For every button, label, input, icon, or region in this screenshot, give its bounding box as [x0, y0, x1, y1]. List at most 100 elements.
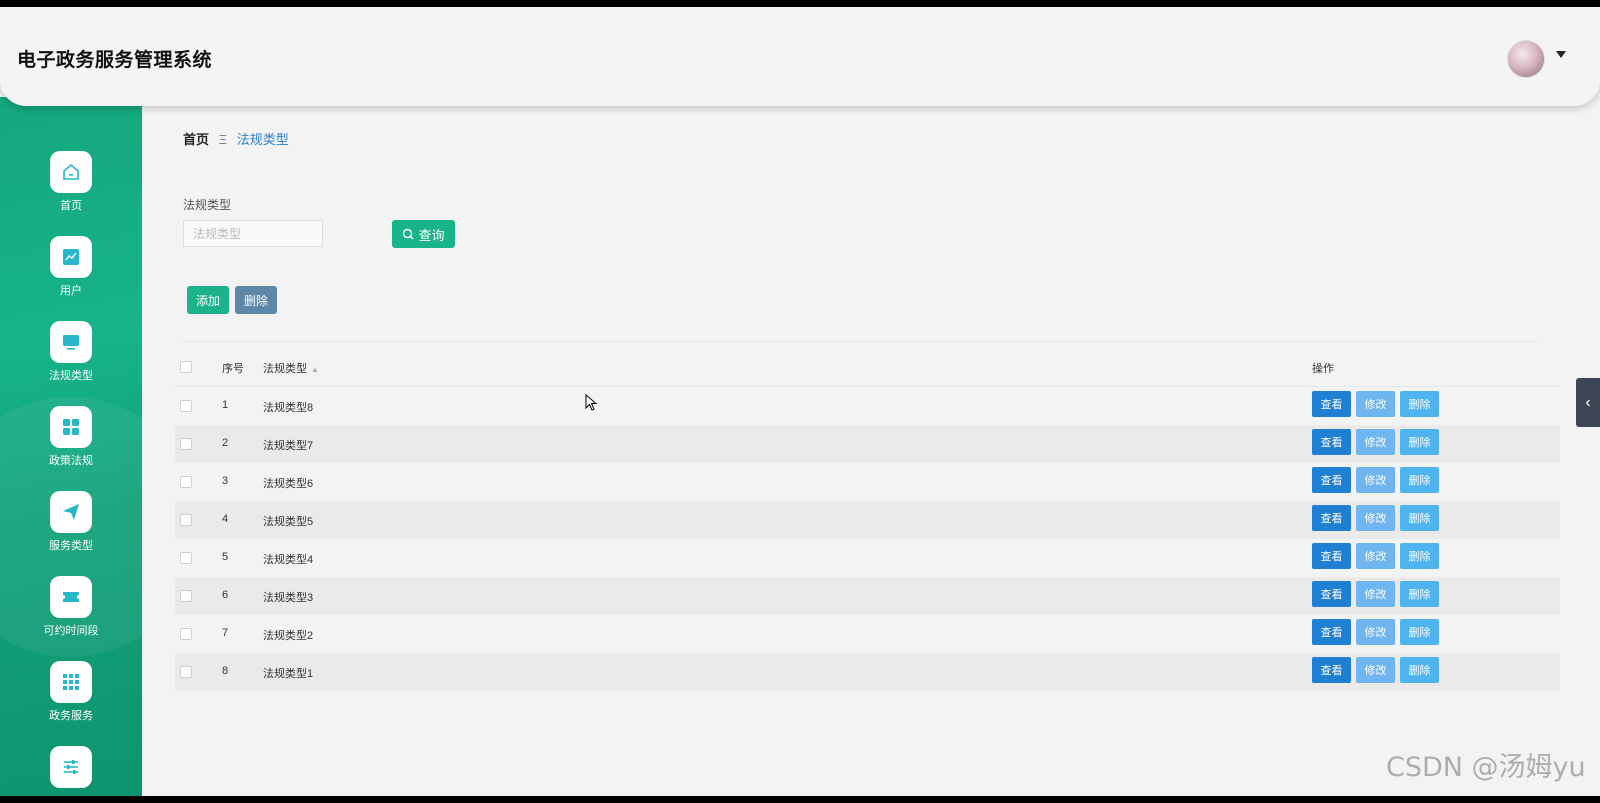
sidebar-item-label: 政策法规	[49, 455, 93, 467]
sidebar-item-time-slots[interactable]: 可约时间段	[0, 576, 142, 656]
sidebar-item-home[interactable]: 首页	[0, 151, 142, 231]
caret-down-icon[interactable]	[1556, 51, 1566, 58]
delete-button[interactable]: 删除	[1400, 657, 1439, 683]
row-type-name: 法规类型6	[263, 478, 314, 490]
sidebar-item-label: 法规类型	[49, 370, 93, 382]
top-header: 电子政务服务管理系统	[0, 7, 1600, 106]
breadcrumb-separator: Ξ	[218, 132, 228, 147]
edit-button[interactable]: 修改	[1356, 581, 1395, 607]
row-actions: 查看 修改 删除	[1312, 467, 1439, 494]
edit-button[interactable]: 修改	[1356, 543, 1395, 569]
row-index: 8	[222, 665, 229, 677]
delete-button[interactable]: 删除	[1400, 543, 1439, 569]
table-row: 4 法规类型5 查看 修改 删除	[175, 501, 1560, 539]
view-button[interactable]: 查看	[1312, 429, 1351, 455]
search-input[interactable]	[183, 220, 323, 247]
delete-button[interactable]: 删除	[1400, 467, 1439, 493]
sidebar-item-label: 政务服务	[49, 710, 93, 722]
divider	[183, 341, 1537, 342]
sidebar-item-gov-services[interactable]: 政务服务	[0, 661, 142, 741]
delete-button[interactable]: 删除	[1400, 581, 1439, 607]
sidebar-item-service-types[interactable]: 服务类型	[0, 491, 142, 571]
table-row: 5 法规类型4 查看 修改 删除	[175, 539, 1560, 577]
mouse-cursor-icon	[585, 394, 597, 411]
edit-button[interactable]: 修改	[1356, 467, 1395, 493]
row-checkbox[interactable]	[180, 552, 192, 564]
add-button[interactable]: 添加	[187, 286, 229, 314]
row-type-name: 法规类型2	[263, 630, 314, 642]
delete-button[interactable]: 删除	[1400, 391, 1439, 417]
column-header-type[interactable]: 法规类型 ▲	[263, 360, 319, 376]
table-row: 2 法规类型7 查看 修改 删除	[175, 425, 1560, 463]
view-button[interactable]: 查看	[1312, 657, 1351, 683]
search-icon	[403, 228, 414, 240]
edit-button[interactable]: 修改	[1356, 619, 1395, 645]
sidebar-item-settings[interactable]	[0, 746, 142, 796]
select-all-checkbox[interactable]	[180, 361, 192, 373]
view-button[interactable]: 查看	[1312, 543, 1351, 569]
table-body: 1 法规类型8 查看 修改 删除 2 法规类型7 查看 修改 删除 3 法规类型6 查看 修改 删除 4 法规类…	[175, 387, 1560, 691]
edit-button[interactable]: 修改	[1356, 429, 1395, 455]
grid-icon	[50, 406, 92, 448]
sidebar-item-label: 可约时间段	[43, 625, 99, 637]
row-type-name: 法规类型8	[263, 402, 314, 414]
sidebar-item-policies[interactable]: 政策法规	[0, 406, 142, 486]
edit-button[interactable]: 修改	[1356, 391, 1395, 417]
sort-icon[interactable]: ▲	[311, 365, 319, 374]
chevron-left-icon: ‹	[1585, 393, 1591, 411]
bulk-delete-button[interactable]: 删除	[235, 286, 277, 314]
column-header-actions: 操作	[1312, 363, 1334, 375]
view-button[interactable]: 查看	[1312, 505, 1351, 531]
row-checkbox[interactable]	[180, 400, 192, 412]
column-header-index: 序号	[222, 363, 244, 375]
row-index: 2	[222, 437, 229, 449]
watermark: CSDN @汤姆yu	[1386, 752, 1586, 783]
edit-button[interactable]: 修改	[1356, 657, 1395, 683]
sidebar-item-regulation-types[interactable]: 法规类型	[0, 321, 142, 401]
column-header-label: 法规类型	[263, 363, 307, 375]
app-title: 电子政务服务管理系统	[17, 50, 213, 71]
view-button[interactable]: 查看	[1312, 391, 1351, 417]
sidebar-item-users[interactable]: 用户	[0, 236, 142, 316]
user-avatar[interactable]	[1507, 40, 1545, 78]
data-table: 序号 法规类型 ▲ 操作 1 法规类型8 查看 修改 删除 2 法规类型7 查看 修改 删除 3 法规类…	[175, 348, 1560, 691]
search-label: 法规类型	[183, 198, 232, 212]
row-checkbox[interactable]	[180, 628, 192, 640]
row-type-name: 法规类型3	[263, 592, 314, 604]
delete-button[interactable]: 删除	[1400, 429, 1439, 455]
row-checkbox[interactable]	[180, 514, 192, 526]
delete-button[interactable]: 删除	[1400, 619, 1439, 645]
row-actions: 查看 修改 删除	[1312, 581, 1439, 608]
table-row: 3 法规类型6 查看 修改 删除	[175, 463, 1560, 501]
sidebar: 首页 用户 法规类型 政策法规 服务类型 可约时间段 政务服务	[0, 97, 142, 796]
row-type-name: 法规类型7	[263, 440, 314, 452]
delete-button[interactable]: 删除	[1400, 505, 1439, 531]
row-index: 5	[222, 551, 229, 563]
row-checkbox[interactable]	[180, 476, 192, 488]
row-actions: 查看 修改 删除	[1312, 657, 1439, 684]
breadcrumb: 首页 Ξ 法规类型	[183, 129, 289, 148]
query-button[interactable]: 查询	[392, 220, 455, 248]
ticket-icon	[50, 576, 92, 618]
collapse-panel-handle[interactable]: ‹	[1576, 378, 1600, 427]
row-index: 3	[222, 475, 229, 487]
chart-icon	[50, 236, 92, 278]
breadcrumb-current: 法规类型	[236, 132, 289, 147]
view-button[interactable]: 查看	[1312, 467, 1351, 493]
table-header: 序号 法规类型 ▲ 操作	[175, 348, 1560, 387]
send-icon	[50, 491, 92, 533]
breadcrumb-home[interactable]: 首页	[183, 132, 209, 147]
edit-button[interactable]: 修改	[1356, 505, 1395, 531]
view-button[interactable]: 查看	[1312, 619, 1351, 645]
monitor-icon	[50, 321, 92, 363]
table-row: 6 法规类型3 查看 修改 删除	[175, 577, 1560, 615]
home-icon	[50, 151, 92, 193]
row-actions: 查看 修改 删除	[1312, 391, 1439, 418]
sliders-icon	[50, 746, 92, 788]
row-actions: 查看 修改 删除	[1312, 505, 1439, 532]
row-checkbox[interactable]	[180, 590, 192, 602]
row-checkbox[interactable]	[180, 438, 192, 450]
row-checkbox[interactable]	[180, 666, 192, 678]
sidebar-item-label: 首页	[60, 200, 82, 212]
view-button[interactable]: 查看	[1312, 581, 1351, 607]
